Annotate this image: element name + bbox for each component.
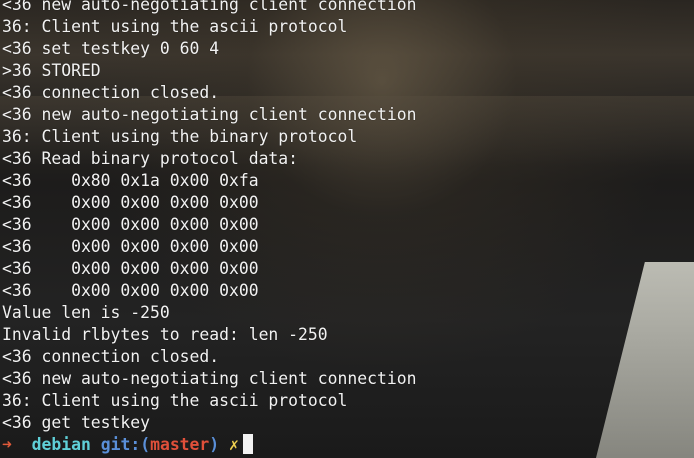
- terminal-line: <36 0x80 0x1a 0x00 0xfa: [2, 171, 259, 190]
- terminal-line: 36: Client using the ascii protocol: [2, 391, 348, 410]
- terminal-line: <36 0x00 0x00 0x00 0x00: [2, 215, 259, 234]
- terminal-line: <36 get testkey: [2, 413, 151, 432]
- terminal-line: <36 set testkey 0 60 4: [2, 39, 220, 58]
- prompt-paren-close: ): [209, 435, 220, 454]
- prompt-arrow-icon: ➜: [2, 435, 12, 454]
- terminal-line: <36 new auto-negotiating client connecti…: [2, 105, 417, 124]
- terminal-line: <36 0x00 0x00 0x00 0x00: [2, 281, 259, 300]
- terminal-line: <36 new auto-negotiating client connecti…: [2, 369, 417, 388]
- terminal-line: <36 0x00 0x00 0x00 0x00: [2, 259, 259, 278]
- prompt-paren-open: (: [140, 435, 151, 454]
- prompt-hostname: debian: [31, 435, 91, 454]
- terminal-line: 36: Client using the ascii protocol: [2, 17, 348, 36]
- shell-prompt[interactable]: ➜ debian git:(master) ✗: [2, 434, 253, 456]
- terminal-line: >36 STORED: [2, 61, 101, 80]
- terminal-line: Value len is -250: [2, 303, 170, 322]
- prompt-dirty-icon: ✗: [229, 435, 239, 454]
- terminal-window[interactable]: <36 new auto-negotiating client connecti…: [0, 0, 694, 458]
- prompt-git-label: git:: [100, 435, 141, 454]
- terminal-line: <36 connection closed.: [2, 347, 220, 366]
- terminal-line: 36: Client using the binary protocol: [2, 127, 358, 146]
- terminal-line: <36 0x00 0x00 0x00 0x00: [2, 193, 259, 212]
- terminal-cursor[interactable]: [242, 434, 253, 454]
- terminal-line: <36 new auto-negotiating client connecti…: [2, 0, 417, 14]
- terminal-line: <36 connection closed.: [2, 83, 220, 102]
- terminal-line: Invalid rlbytes to read: len -250: [2, 325, 328, 344]
- prompt-git-branch: master: [150, 435, 210, 454]
- terminal-line: <36 Read binary protocol data:: [2, 149, 299, 168]
- terminal-line: <36 0x00 0x00 0x00 0x00: [2, 237, 259, 256]
- terminal-output: <36 new auto-negotiating client connecti…: [2, 0, 416, 434]
